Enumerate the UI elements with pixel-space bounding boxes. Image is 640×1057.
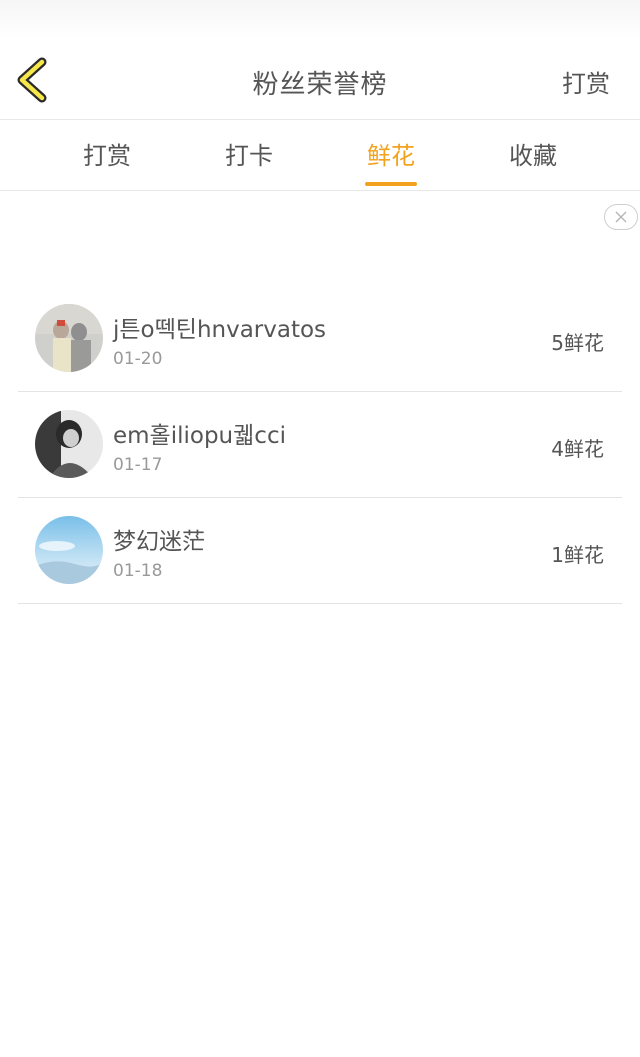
tab-reward[interactable]: 打赏 (47, 120, 167, 190)
fan-date: 01-17 (113, 455, 163, 475)
active-tab-indicator (365, 182, 417, 186)
avatar (35, 410, 103, 478)
tab-favorites[interactable]: 收藏 (473, 120, 593, 190)
tab-bar: 打赏 打卡 鲜花 收藏 (0, 120, 640, 191)
fan-name: em홀iliopu궯cci (113, 423, 286, 449)
fan-date: 01-18 (113, 561, 163, 581)
flower-count: 5鲜花 (551, 331, 604, 355)
tab-label: 打卡 (225, 142, 273, 170)
status-bar (0, 0, 640, 40)
fan-name: 梦幻迷茫 (113, 529, 205, 555)
flower-count: 4鲜花 (551, 437, 604, 461)
fan-date: 01-20 (113, 349, 163, 369)
header: 粉丝荣誉榜 打赏 (0, 40, 640, 120)
list-item[interactable]: j튼o떽틴hnvarvatos 01-20 5鲜花 (18, 286, 622, 392)
avatar (35, 516, 103, 584)
tab-label: 收藏 (509, 142, 557, 170)
avatar (35, 304, 103, 372)
close-button[interactable] (604, 204, 638, 230)
fan-list: j튼o떽틴hnvarvatos 01-20 5鲜花 em홀iliopu궯cci … (18, 286, 622, 604)
close-icon (615, 211, 627, 223)
list-item[interactable]: em홀iliopu궯cci 01-17 4鲜花 (18, 392, 622, 498)
tab-label: 打赏 (83, 142, 131, 170)
reward-button[interactable]: 打赏 (562, 64, 610, 99)
tab-flowers[interactable]: 鲜花 (331, 120, 451, 190)
list-item[interactable]: 梦幻迷茫 01-18 1鲜花 (18, 498, 622, 604)
tab-label: 鲜花 (367, 142, 415, 170)
fan-name: j튼o떽틴hnvarvatos (113, 317, 327, 343)
page-title: 粉丝荣誉榜 (252, 70, 388, 100)
tab-checkin[interactable]: 打卡 (189, 120, 309, 190)
flower-count: 1鲜花 (551, 543, 604, 567)
